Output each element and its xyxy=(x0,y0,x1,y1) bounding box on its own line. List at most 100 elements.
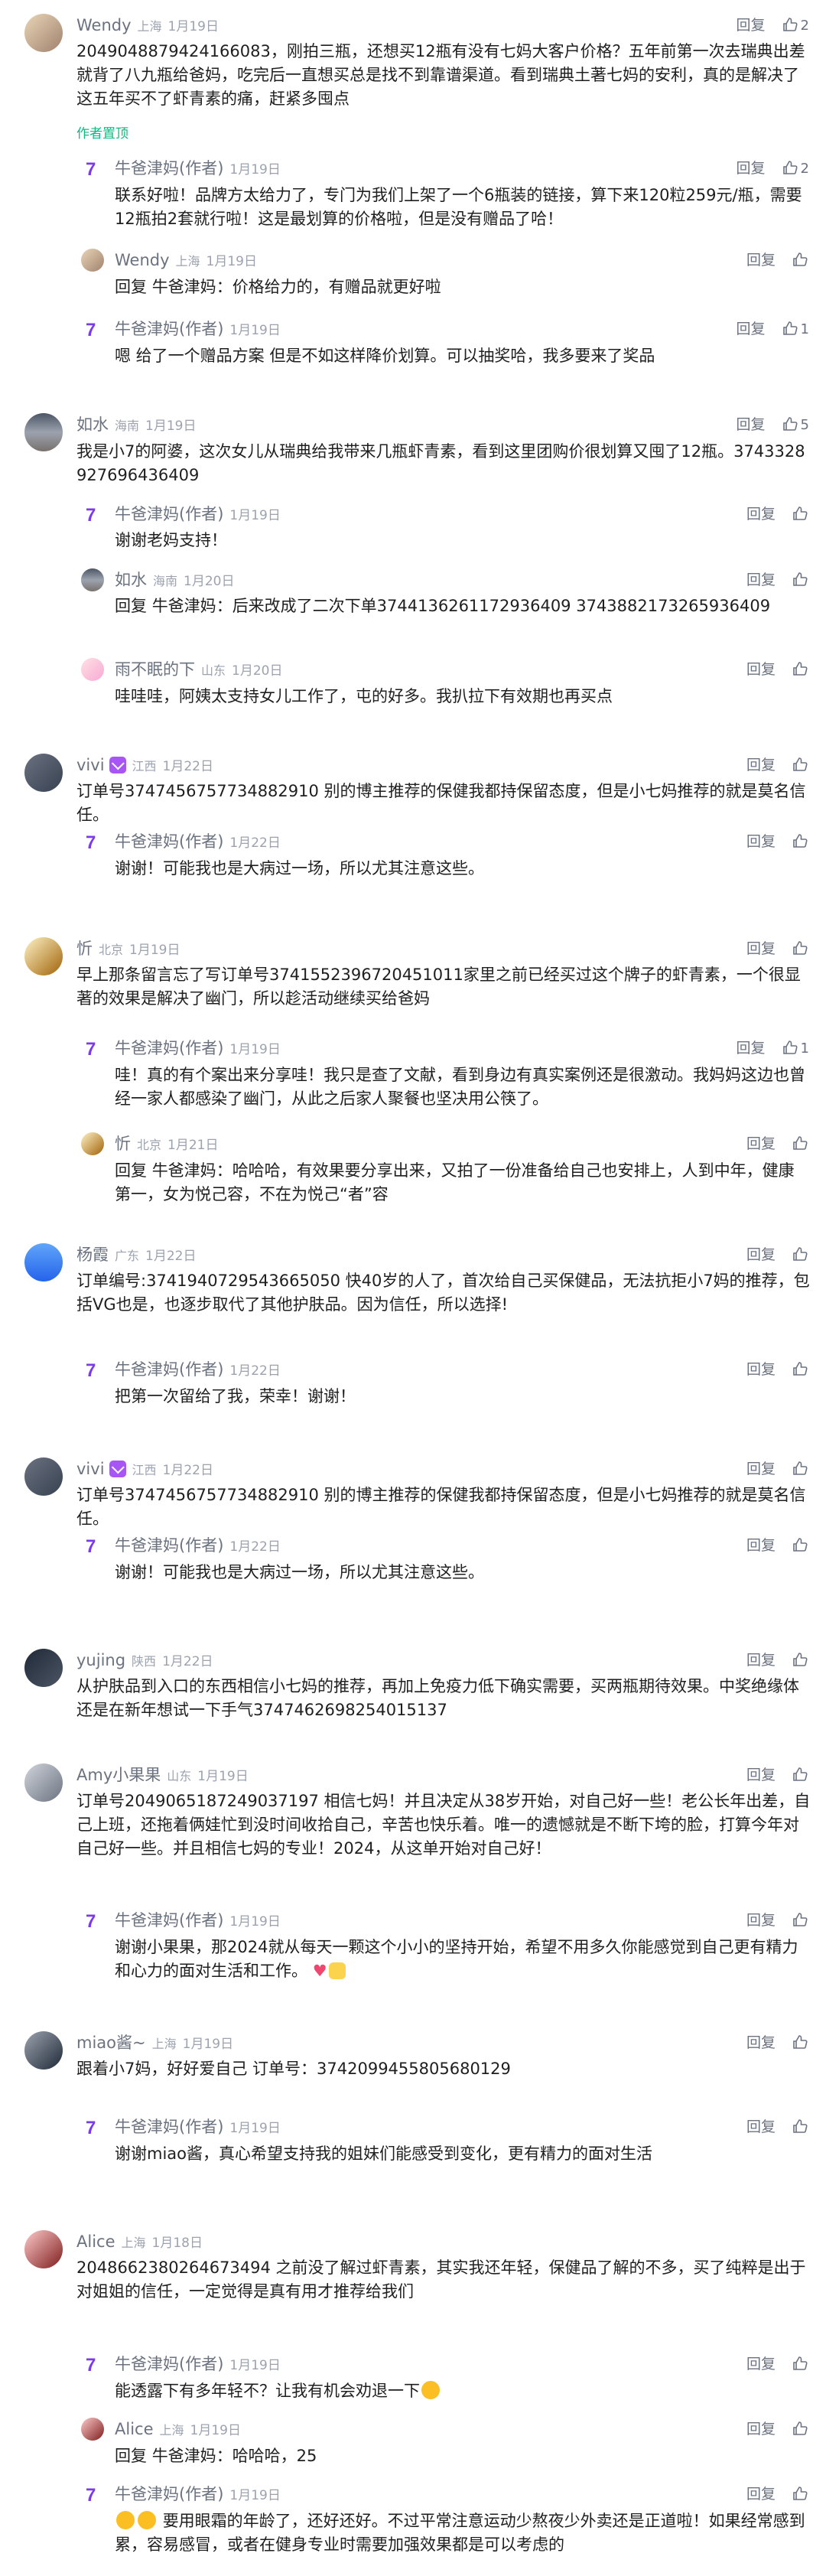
username[interactable]: 牛爸津妈 xyxy=(115,2485,179,2503)
like-button[interactable] xyxy=(791,1652,809,1669)
like-button[interactable] xyxy=(791,2118,809,2135)
reply-button[interactable]: 回复 xyxy=(737,1040,766,1057)
reply-button[interactable]: 回复 xyxy=(746,1912,776,1929)
reply-button[interactable]: 回复 xyxy=(746,1652,776,1669)
avatar[interactable] xyxy=(24,937,63,975)
like-button[interactable]: 5 xyxy=(781,416,809,433)
reply-button[interactable]: 回复 xyxy=(746,1767,776,1783)
like-button[interactable]: 2 xyxy=(781,160,809,177)
reply-button[interactable]: 回复 xyxy=(737,160,766,177)
avatar[interactable] xyxy=(81,2418,104,2441)
avatar[interactable] xyxy=(24,1457,63,1496)
avatar[interactable] xyxy=(81,1132,104,1155)
avatar[interactable] xyxy=(24,1243,63,1281)
like-button[interactable] xyxy=(791,2421,809,2438)
like-button[interactable] xyxy=(791,1361,809,1378)
like-button[interactable]: 1 xyxy=(781,1040,809,1057)
avatar[interactable] xyxy=(24,14,63,52)
username[interactable]: Alice xyxy=(76,2232,115,2251)
avatar[interactable]: 7 xyxy=(81,503,104,526)
reply-button[interactable]: 回复 xyxy=(746,1361,776,1378)
like-button[interactable] xyxy=(791,1912,809,1929)
reply-button[interactable]: 回复 xyxy=(746,661,776,678)
username[interactable]: 牛爸津妈 xyxy=(115,1911,179,1930)
avatar[interactable] xyxy=(24,2031,63,2070)
avatar[interactable] xyxy=(24,2230,63,2268)
username[interactable]: 牛爸津妈 xyxy=(115,1360,179,1379)
like-button[interactable] xyxy=(791,757,809,773)
avatar[interactable]: 7 xyxy=(81,1358,104,1381)
like-button[interactable]: 2 xyxy=(781,17,809,34)
reply-button[interactable]: 回复 xyxy=(746,1537,776,1554)
username[interactable]: Alice xyxy=(115,2420,154,2438)
username[interactable]: 忻 xyxy=(115,1135,131,1153)
username[interactable]: Amy小果果 xyxy=(76,1766,161,1784)
reply-target[interactable]: 牛爸津妈 xyxy=(152,597,216,615)
like-button[interactable] xyxy=(791,940,809,957)
reply-button[interactable]: 回复 xyxy=(737,17,766,34)
username[interactable]: 牛爸津妈 xyxy=(115,320,179,338)
like-button[interactable] xyxy=(791,252,809,269)
avatar[interactable]: 7 xyxy=(81,2115,104,2138)
like-button[interactable] xyxy=(791,661,809,678)
reply-button[interactable]: 回复 xyxy=(746,2118,776,2135)
username[interactable]: vivi xyxy=(76,756,105,774)
like-button[interactable] xyxy=(791,2034,809,2051)
like-button[interactable] xyxy=(791,1461,809,1477)
username[interactable]: 忻 xyxy=(76,940,93,958)
reply-button[interactable]: 回复 xyxy=(746,833,776,850)
username[interactable]: 如水 xyxy=(76,415,109,434)
username[interactable]: 牛爸津妈 xyxy=(115,2118,179,2136)
reply-button[interactable]: 回复 xyxy=(746,1461,776,1477)
reply-button[interactable]: 回复 xyxy=(746,252,776,269)
avatar[interactable]: 7 xyxy=(81,1037,104,1060)
username[interactable]: 牛爸津妈 xyxy=(115,505,179,523)
like-button[interactable] xyxy=(791,572,809,588)
reply-button[interactable]: 回复 xyxy=(746,940,776,957)
like-button[interactable] xyxy=(791,833,809,850)
username[interactable]: 如水 xyxy=(115,571,147,589)
username[interactable]: miao酱~ xyxy=(76,2034,146,2052)
reply-button[interactable]: 回复 xyxy=(746,1246,776,1263)
reply-button[interactable]: 回复 xyxy=(746,506,776,523)
reply-button[interactable]: 回复 xyxy=(746,757,776,773)
reply-button[interactable]: 回复 xyxy=(746,1135,776,1152)
like-button[interactable]: 1 xyxy=(781,321,809,337)
username[interactable]: Wendy xyxy=(76,16,132,34)
username[interactable]: 牛爸津妈 xyxy=(115,832,179,851)
avatar[interactable] xyxy=(81,249,104,272)
avatar[interactable]: 7 xyxy=(81,318,104,340)
username[interactable]: Wendy xyxy=(115,251,170,269)
reply-button[interactable]: 回复 xyxy=(746,2034,776,2051)
reply-button[interactable]: 回复 xyxy=(746,572,776,588)
reply-button[interactable]: 回复 xyxy=(737,416,766,433)
avatar[interactable] xyxy=(81,658,104,681)
like-button[interactable] xyxy=(791,1767,809,1783)
reply-button[interactable]: 回复 xyxy=(737,321,766,337)
avatar[interactable] xyxy=(24,1763,63,1802)
username[interactable]: yujing xyxy=(76,1651,125,1669)
reply-target[interactable]: 牛爸津妈 xyxy=(152,278,216,296)
avatar[interactable]: 7 xyxy=(81,830,104,853)
avatar[interactable]: 7 xyxy=(81,157,104,180)
username[interactable]: 牛爸津妈 xyxy=(115,2355,179,2373)
username[interactable]: vivi xyxy=(76,1460,105,1478)
avatar[interactable] xyxy=(24,754,63,792)
avatar[interactable]: 7 xyxy=(81,2353,104,2376)
username[interactable]: 雨不眠的下 xyxy=(115,660,195,679)
like-button[interactable] xyxy=(791,2486,809,2503)
avatar[interactable] xyxy=(24,413,63,451)
reply-button[interactable]: 回复 xyxy=(746,2486,776,2503)
like-button[interactable] xyxy=(791,2356,809,2372)
avatar[interactable]: 7 xyxy=(81,1534,104,1557)
username[interactable]: 牛爸津妈 xyxy=(115,1536,179,1555)
reply-target[interactable]: 牛爸津妈 xyxy=(152,2447,216,2465)
avatar[interactable] xyxy=(81,568,104,591)
like-button[interactable] xyxy=(791,1246,809,1263)
username[interactable]: 牛爸津妈 xyxy=(115,159,179,177)
like-button[interactable] xyxy=(791,506,809,523)
username[interactable]: 牛爸津妈 xyxy=(115,1039,179,1057)
like-button[interactable] xyxy=(791,1537,809,1554)
reply-target[interactable]: 牛爸津妈 xyxy=(152,1161,216,1180)
avatar[interactable]: 7 xyxy=(81,1909,104,1932)
